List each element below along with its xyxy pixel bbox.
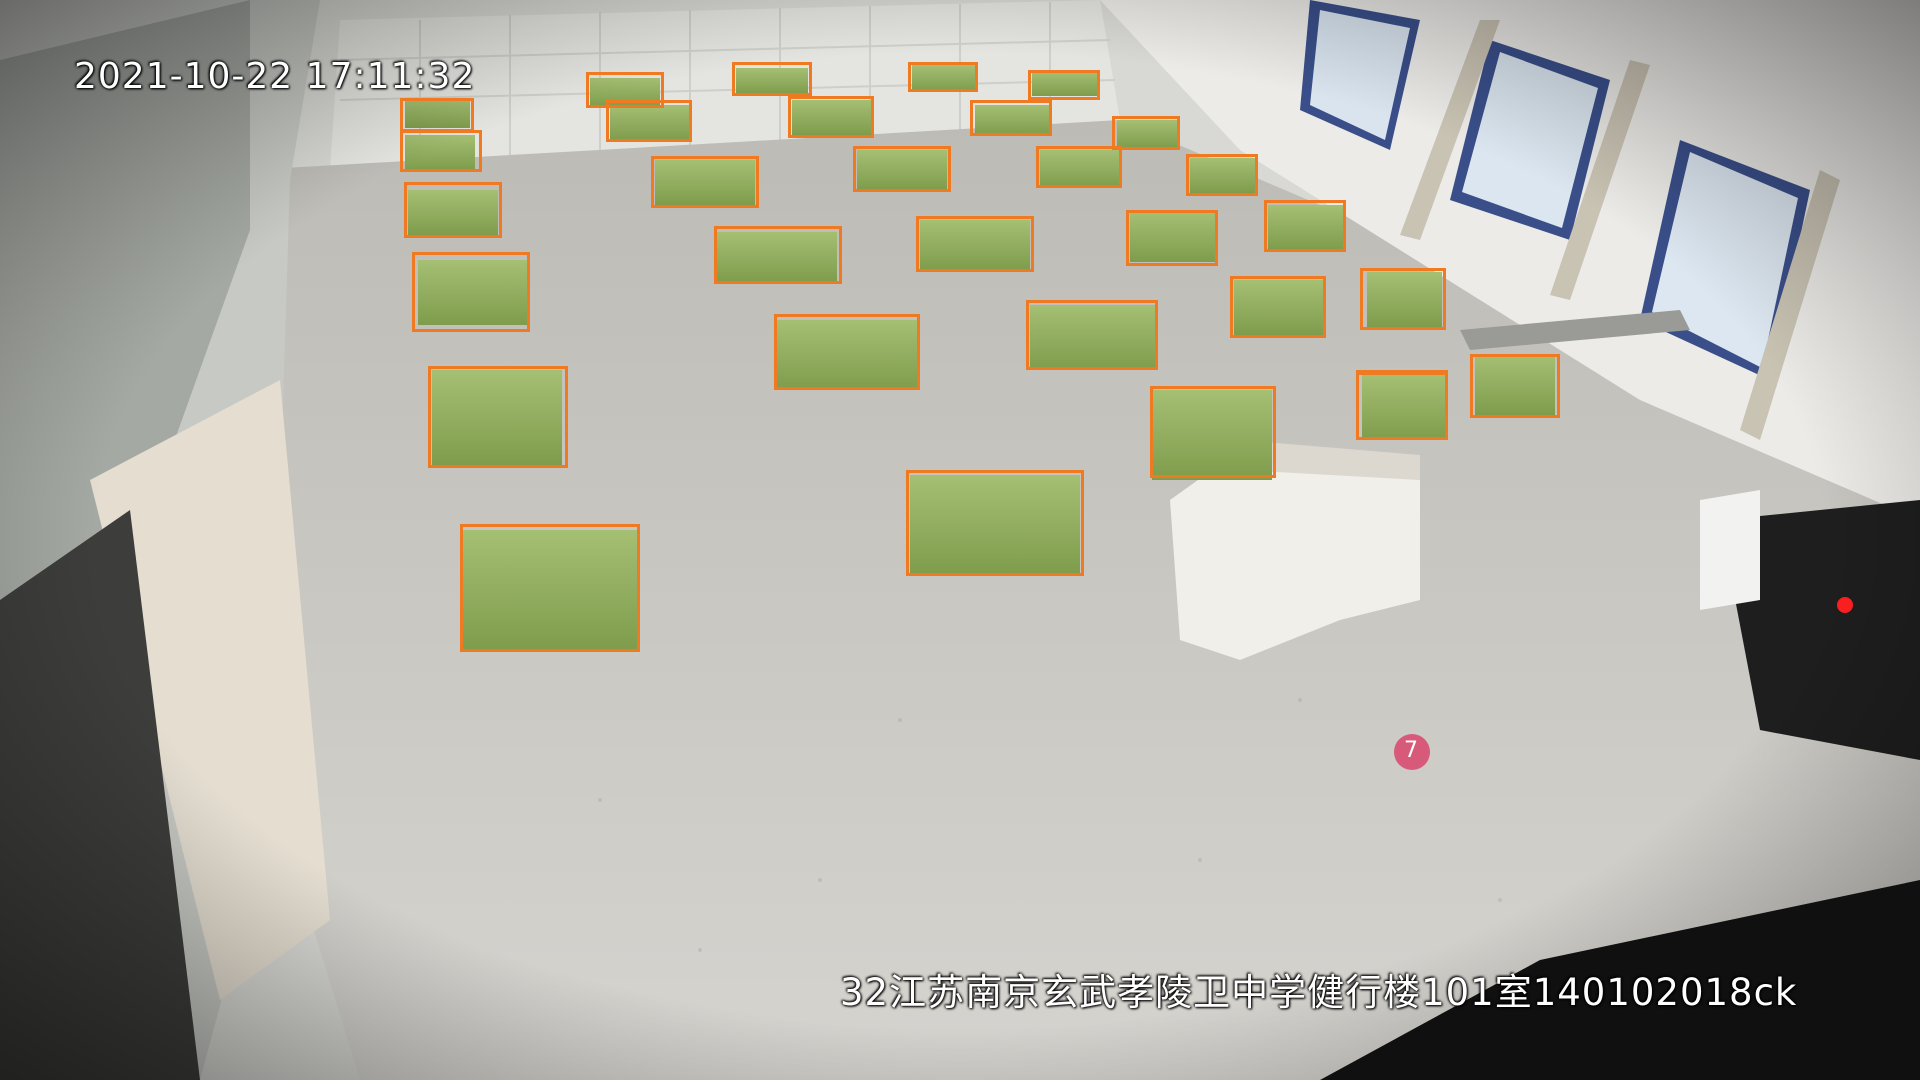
desk-detection-box — [460, 524, 640, 652]
camera-location-label: 32江苏南京玄武孝陵卫中学健行楼101室140102018ck — [840, 971, 1798, 1014]
desk-detection-box — [412, 252, 530, 332]
desk-detection-box — [714, 226, 842, 284]
desk-detection-box — [906, 470, 1084, 576]
desk-detection-box — [1230, 276, 1326, 338]
desk-detection-box — [1264, 200, 1346, 252]
desk-detection-box — [606, 100, 692, 142]
desk-detection-box — [1186, 154, 1258, 196]
desk-detection-box — [404, 182, 502, 238]
camera-frame: 7 2021-10-22 17:11:32 32江苏南京玄武孝陵卫中学健行楼10… — [0, 0, 1920, 1080]
desk-detection-box — [1036, 146, 1122, 188]
desk-detection-box — [916, 216, 1034, 272]
desk-detection-box — [1470, 354, 1560, 418]
floor-marker-label: 7 — [1404, 738, 1419, 763]
desk-detection-box — [1150, 386, 1276, 478]
desk-detection-box — [788, 96, 874, 138]
desk-detection-box — [1112, 116, 1180, 150]
desk-detection-box — [970, 100, 1052, 136]
desk-detection-box — [1126, 210, 1218, 266]
desk-detection-box — [732, 62, 812, 96]
desk-detection-box — [651, 156, 759, 208]
desk-detection-box — [1026, 300, 1158, 370]
desk-detection-box — [400, 98, 474, 132]
desk-detection-box — [428, 366, 568, 468]
desk-detection-box — [1356, 372, 1448, 440]
desk-detection-box — [774, 314, 920, 390]
desk-detection-box — [1028, 70, 1100, 100]
desk-detection-box — [908, 62, 978, 92]
desk-detection-box — [853, 146, 951, 192]
desk-detection-box — [400, 130, 482, 172]
desk-detection-box — [1360, 268, 1446, 330]
timestamp-overlay: 2021-10-22 17:11:32 — [74, 56, 476, 97]
